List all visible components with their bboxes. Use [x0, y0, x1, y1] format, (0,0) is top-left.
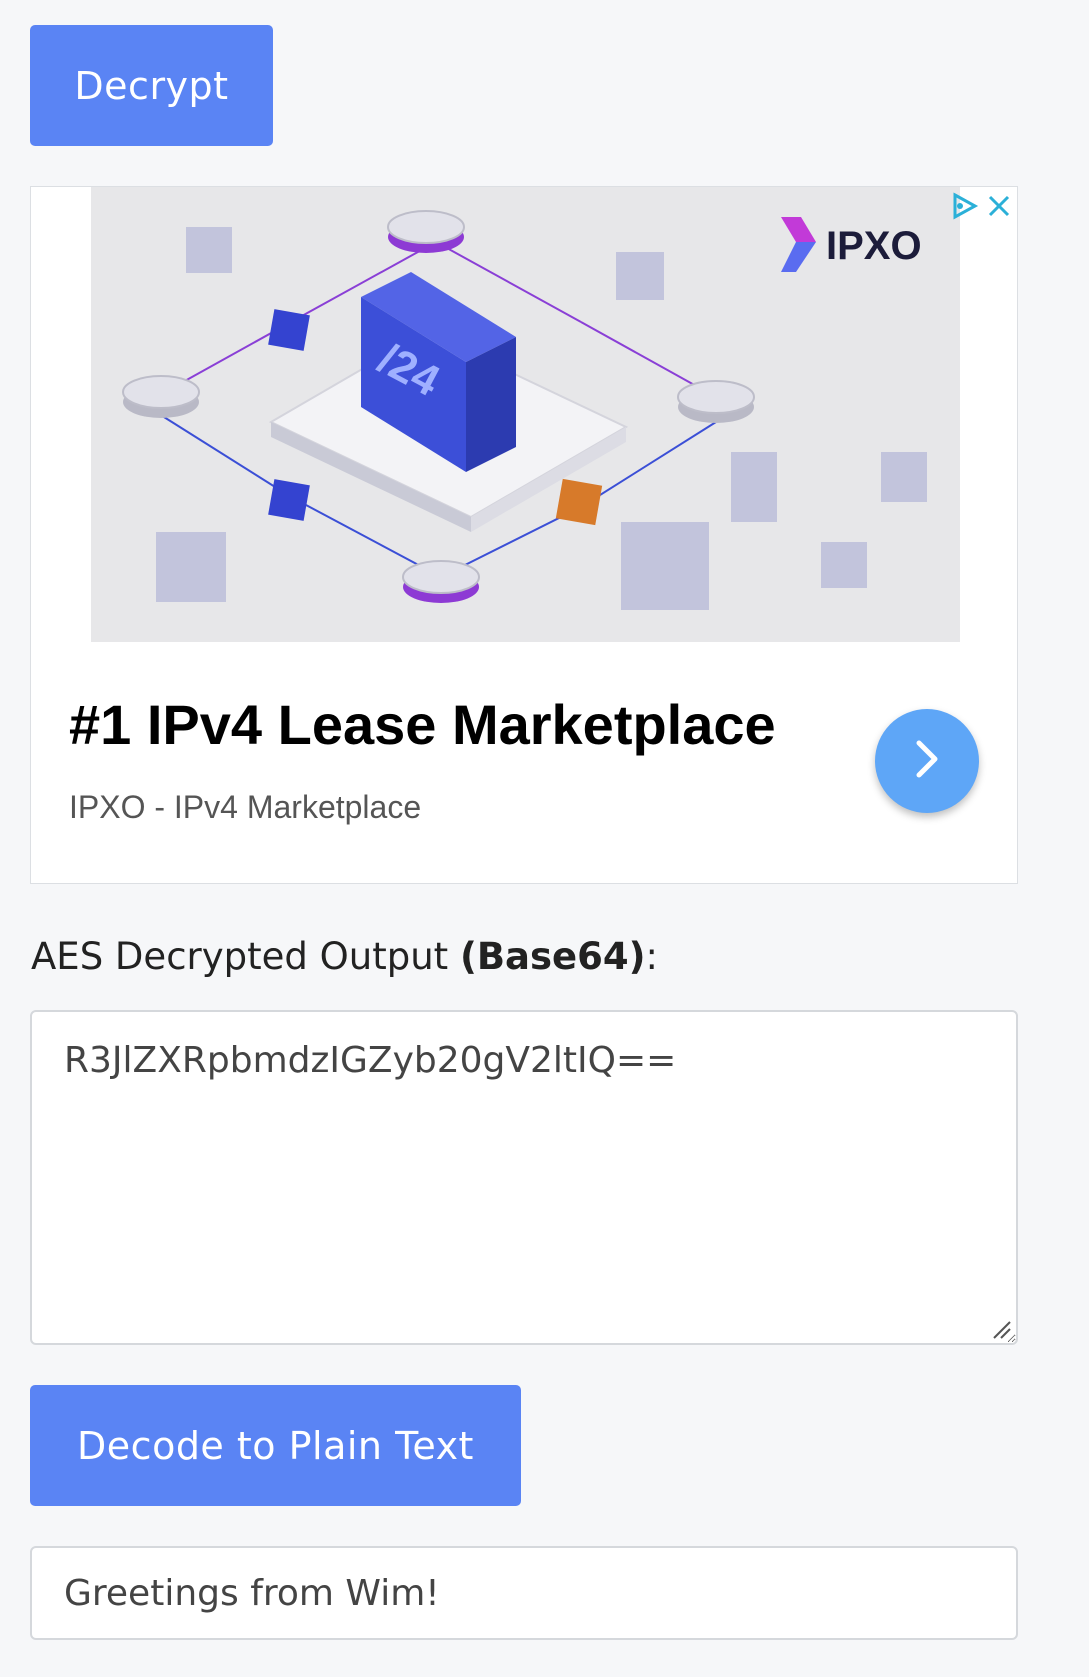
ad-arrow-button[interactable]: [875, 709, 979, 813]
resize-handle-icon[interactable]: [990, 1318, 1012, 1340]
svg-text:IPXO: IPXO: [826, 224, 922, 268]
decrypt-button[interactable]: Decrypt: [30, 25, 273, 146]
output-label-suffix: :: [645, 935, 659, 978]
ad-illustration: /24 IPXO: [91, 187, 960, 642]
close-icon[interactable]: [985, 192, 1013, 224]
ad-subtitle[interactable]: IPXO - IPv4 Marketplace: [69, 789, 421, 826]
output-label-format: (Base64): [459, 935, 646, 978]
ad-title[interactable]: #1 IPv4 Lease Marketplace: [69, 692, 776, 757]
chevron-right-icon: [907, 737, 947, 785]
advertisement[interactable]: /24 IPXO #1 IPv4 Lease Marketplace IPXO …: [30, 186, 1018, 884]
output-label: AES Decrypted Output (Base64):: [31, 935, 658, 978]
ad-choices[interactable]: [949, 191, 1013, 225]
adchoices-icon[interactable]: [949, 191, 979, 225]
plain-text-output[interactable]: Greetings from Wim!: [30, 1546, 1018, 1640]
output-label-prefix: AES Decrypted Output: [31, 935, 460, 978]
ad-image[interactable]: /24 IPXO: [91, 187, 960, 642]
decode-to-plain-text-button[interactable]: Decode to Plain Text: [30, 1385, 521, 1506]
decrypted-output-textarea[interactable]: R3JlZXRpbmdzIGZyb20gV2ltIQ==: [30, 1010, 1018, 1345]
